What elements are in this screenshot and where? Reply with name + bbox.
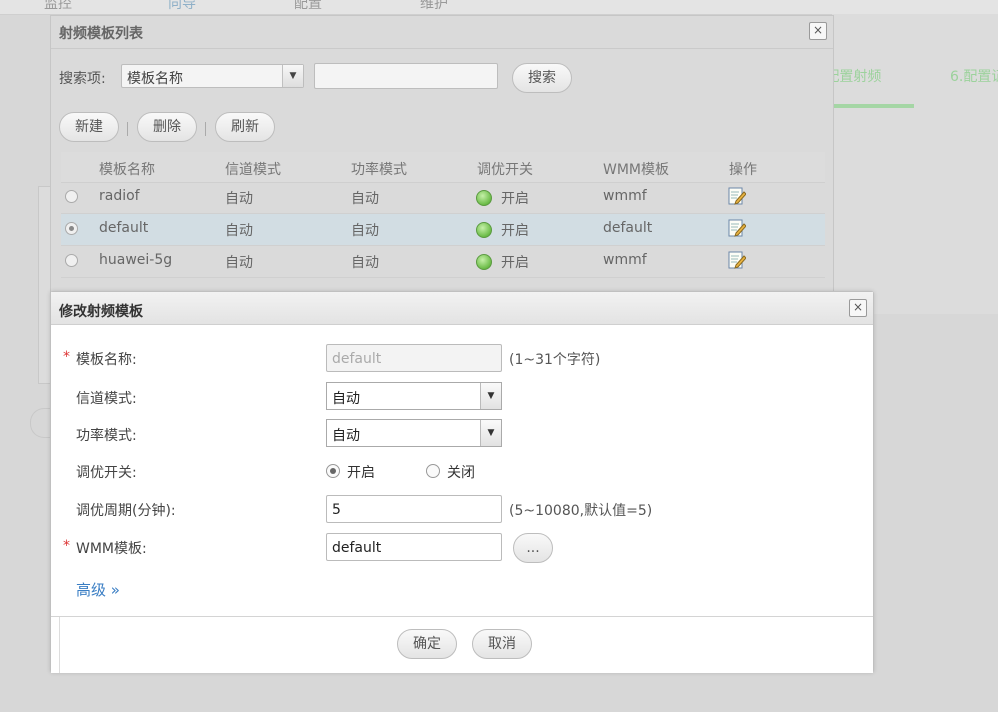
power-mode-value: 自动 [332,428,360,444]
row-select-radio[interactable] [65,222,78,235]
row-wmm: wmmf [603,252,647,268]
refresh-button[interactable]: 刷新 [215,112,275,142]
background-wizard-area [832,14,998,314]
status-on-icon [476,254,492,270]
row-tuning: 开启 [501,223,529,239]
search-input[interactable] [314,63,498,89]
edit-icon[interactable] [728,250,746,270]
row-wmm: default [603,220,653,236]
toolbar-divider [205,122,206,136]
row-name: default [99,220,149,236]
footer-divider [59,617,60,673]
table-row[interactable]: huawei-5g 自动 自动 开启 wmmf [61,246,825,278]
tuning-on-radio[interactable] [326,464,340,478]
channel-mode-select[interactable]: 自动 ▼ [326,382,502,410]
row-power: 自动 [351,191,379,207]
channel-mode-value: 自动 [332,391,360,407]
toolbar-divider [127,122,128,136]
wmm-browse-button[interactable]: ... [513,533,553,563]
row-wmm: wmmf [603,188,647,204]
template-list-dialog: 射频模板列表 × 搜索项: 模板名称 ▼ 搜索 新建 删除 刷新 模板名称 信道… [50,15,834,302]
channel-mode-label: 信道模式: [76,391,137,407]
search-button[interactable]: 搜索 [512,63,572,93]
row-select-radio[interactable] [65,190,78,203]
chevron-down-icon: ▼ [480,383,501,409]
tuning-switch-label: 调优开关: [76,465,137,481]
wmm-template-label: WMM模板: [76,541,147,557]
edit-icon[interactable] [728,218,746,238]
tuning-off-label: 关闭 [447,465,475,481]
chevron-down-icon: ▼ [480,420,501,446]
table-row[interactable]: default 自动 自动 开启 default [61,214,825,246]
bg-tab-maintain: 维护 [420,0,448,12]
row-power: 自动 [351,223,379,239]
search-row: 搜索项: 模板名称 ▼ 搜索 [59,62,819,93]
col-action: 操作 [729,162,757,178]
edit-dialog-title: 修改射频模板 [59,304,143,320]
required-mark: * [63,349,70,365]
wmm-template-input[interactable]: default [326,533,502,561]
row-name: huawei-5g [99,252,173,268]
template-name-field: default [326,344,502,372]
col-tuning-switch: 调优开关 [477,162,533,178]
row-tuning: 开启 [501,191,529,207]
row-channel: 自动 [225,255,253,271]
table-header: 模板名称 信道模式 功率模式 调优开关 WMM模板 操作 [61,152,825,183]
edit-template-dialog: 修改射频模板 × * 模板名称: default (1~31个字符) 信道模式:… [50,291,874,673]
col-template-name: 模板名称 [99,162,155,178]
edit-icon[interactable] [728,186,746,206]
cancel-button[interactable]: 取消 [472,629,532,659]
col-wmm-template: WMM模板 [603,162,670,178]
power-mode-select[interactable]: 自动 ▼ [326,419,502,447]
tuning-period-hint: (5~10080,默认值=5) [509,503,653,519]
tuning-period-input[interactable]: 5 [326,495,502,523]
tuning-on-label: 开启 [347,465,375,481]
tuning-period-label: 调优周期(分钟): [76,503,176,519]
status-on-icon [476,222,492,238]
search-field-value: 模板名称 [127,71,183,87]
edit-dialog-close-button[interactable]: × [849,299,867,317]
search-field-select[interactable]: 模板名称 ▼ [121,64,304,88]
advanced-link[interactable]: 高级 » [76,579,120,600]
template-name-hint: (1~31个字符) [509,352,601,368]
bg-step-progress [832,104,914,108]
delete-button[interactable]: 删除 [137,112,197,142]
col-channel-mode: 信道模式 [225,162,281,178]
list-dialog-title: 射频模板列表 [59,26,143,42]
table-row[interactable]: radiof 自动 自动 开启 wmmf [61,182,825,214]
template-name-label: 模板名称: [76,352,137,368]
power-mode-label: 功率模式: [76,428,137,444]
chevron-down-icon: ▼ [282,65,303,87]
bg-tab-wizard: 向导 [168,0,196,12]
row-tuning: 开启 [501,255,529,271]
list-dialog-close-button[interactable]: × [809,22,827,40]
ok-button[interactable]: 确定 [397,629,457,659]
list-dialog-titlebar: 射频模板列表 × [51,16,833,49]
col-power-mode: 功率模式 [351,162,407,178]
dialog-footer: 确定 取消 [51,616,873,673]
new-button[interactable]: 新建 [59,112,119,142]
row-name: radiof [99,188,140,204]
bg-tab-monitor: 监控 [44,0,72,12]
edit-dialog-titlebar: 修改射频模板 × [51,292,873,325]
row-power: 自动 [351,255,379,271]
row-channel: 自动 [225,223,253,239]
tuning-off-radio[interactable] [426,464,440,478]
bg-tab-config: 配置 [294,0,322,12]
required-mark: * [63,538,70,554]
background-top-nav: 监控 向导 配置 维护 [0,0,998,15]
row-channel: 自动 [225,191,253,207]
bg-step-6: 6.配置证 [950,69,998,85]
status-on-icon [476,190,492,206]
search-label: 搜索项: [59,71,106,87]
row-select-radio[interactable] [65,254,78,267]
